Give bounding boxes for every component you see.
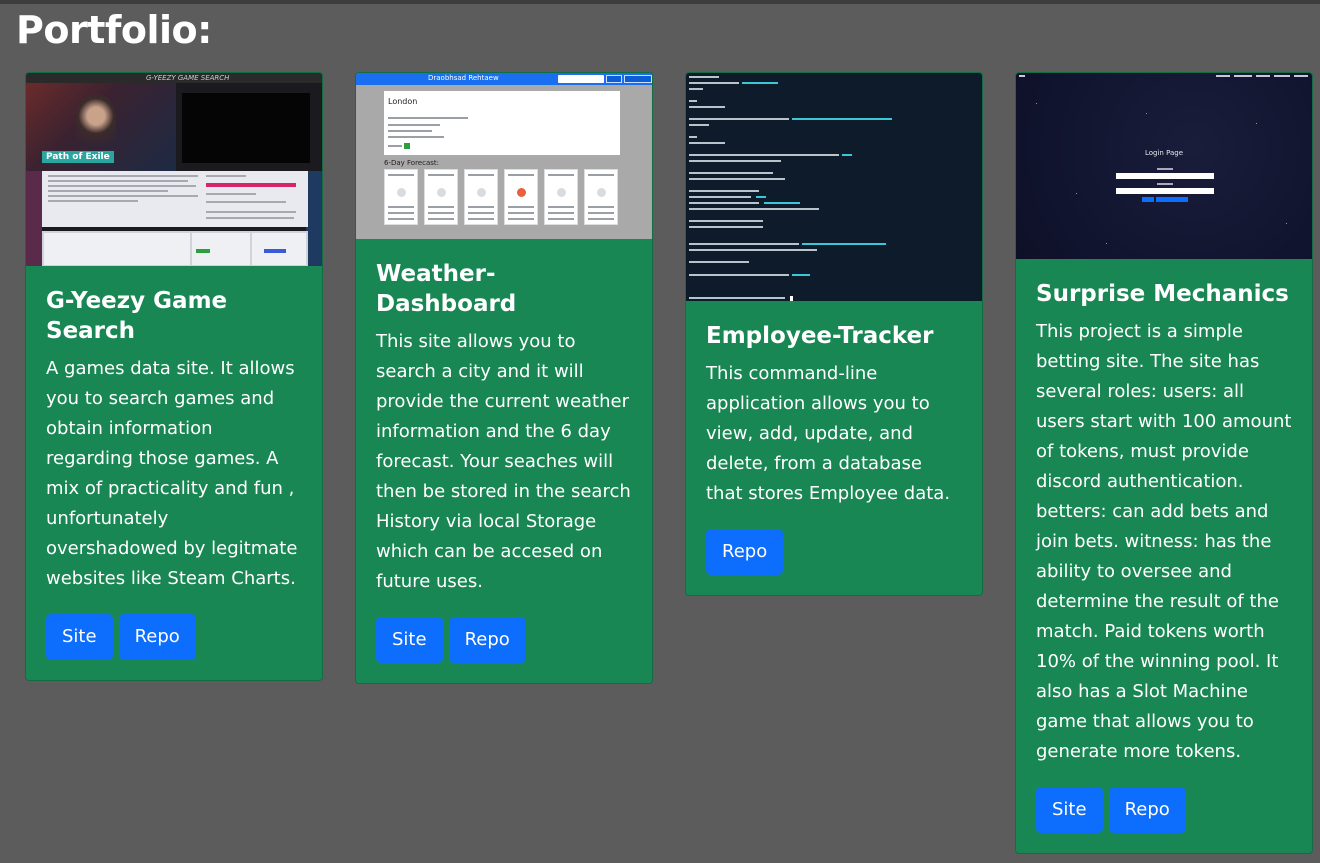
site-button[interactable]: Site — [376, 617, 443, 663]
screenshot-forecast-day — [544, 169, 578, 225]
screenshot-search-button — [606, 75, 622, 83]
screenshot-side-left — [26, 171, 42, 266]
project-description: This site allows you to search a city an… — [376, 331, 631, 592]
screenshot-info-panel — [42, 171, 308, 227]
project-description: A games data site. It allows you to sear… — [46, 358, 298, 589]
screenshot-forecast-label: 6-Day Forecast: — [384, 159, 440, 167]
repo-button[interactable]: Repo — [1108, 787, 1186, 833]
screenshot-city: London — [388, 97, 418, 106]
screenshot-history-button — [624, 75, 652, 83]
screenshot-forecast-day — [504, 169, 538, 225]
project-screenshot[interactable] — [686, 73, 982, 301]
page-title: Portfolio: — [16, 8, 212, 52]
screenshot-search-box — [558, 75, 604, 83]
site-button[interactable]: Site — [1036, 787, 1103, 833]
screenshot-username-field — [1116, 173, 1214, 179]
project-description: This project is a simple betting site. T… — [1036, 321, 1292, 762]
project-title: Surprise Mechanics — [1036, 281, 1289, 307]
project-description: This command-line application allows you… — [706, 363, 951, 504]
project-screenshot[interactable]: G-YEEZY GAME SEARCH Path of Exile — [26, 73, 322, 266]
project-screenshot[interactable]: Draobhsad Rehtaew London 6-Day Forecast: — [356, 73, 652, 239]
project-title: G-Yeezy Game Search — [46, 288, 228, 344]
screenshot-forecast-day — [424, 169, 458, 225]
project-card-surprise-mechanics: Login Page Surprise Mechanics This proje… — [1015, 72, 1313, 854]
repo-button[interactable]: Repo — [706, 529, 784, 575]
screenshot-game-name: Path of Exile — [42, 151, 114, 163]
screenshot-logo: G-YEEZY GAME SEARCH — [146, 74, 230, 82]
screenshot-side-right — [306, 171, 322, 266]
project-title: Weather-Dashboard — [376, 261, 517, 317]
screenshot-password-field — [1116, 188, 1214, 194]
terminal-cursor — [790, 296, 793, 301]
site-button[interactable]: Site — [46, 614, 113, 660]
screenshot-current-weather: London — [384, 91, 620, 155]
screenshot-navbar — [1016, 73, 1312, 81]
repo-button[interactable]: Repo — [448, 617, 526, 663]
screenshot-navbar: G-YEEZY GAME SEARCH — [26, 73, 322, 83]
screenshot-navbar: Draobhsad Rehtaew — [356, 73, 652, 85]
screenshot-register-button — [1156, 197, 1188, 202]
project-card-employee-tracker: Employee-Tracker This command-line appli… — [685, 72, 983, 596]
screenshot-login-heading: Login Page — [1144, 149, 1184, 157]
screenshot-blue-button — [264, 249, 286, 253]
project-title: Employee-Tracker — [706, 323, 934, 349]
project-card-weather-dashboard: Draobhsad Rehtaew London 6-Day Forecast:… — [355, 72, 653, 684]
screenshot-green-button — [196, 249, 210, 253]
screenshot-header: Draobhsad Rehtaew — [428, 74, 499, 82]
screenshot-video — [182, 93, 310, 163]
screenshot-forecast-day — [384, 169, 418, 225]
top-bar — [0, 0, 1320, 4]
project-card-game-search: G-YEEZY GAME SEARCH Path of Exile G-Yeez… — [25, 72, 323, 681]
screenshot-forecast-day — [464, 169, 498, 225]
screenshot-forecast-day — [584, 169, 618, 225]
screenshot-login-button — [1142, 197, 1154, 202]
project-screenshot[interactable]: Login Page — [1016, 73, 1312, 259]
repo-button[interactable]: Repo — [118, 614, 196, 660]
